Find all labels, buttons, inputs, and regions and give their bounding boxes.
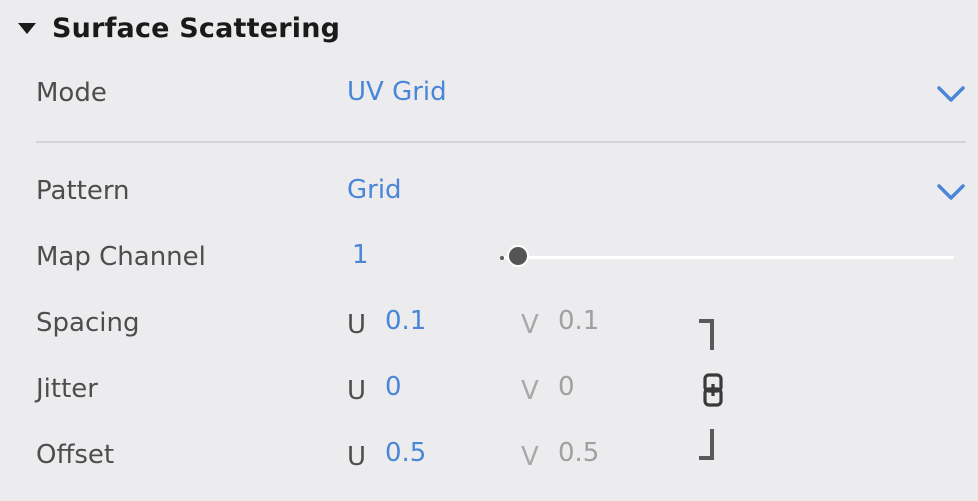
mode-dropdown-value[interactable]: UV Grid <box>347 77 447 107</box>
map-channel-value[interactable]: 1 <box>352 240 369 270</box>
link-bracket-top <box>699 319 714 350</box>
link-bracket-bottom <box>699 429 714 460</box>
map-channel-slider-knob[interactable] <box>507 245 529 267</box>
spacing-label: Spacing <box>36 308 140 338</box>
offset-u-label: U <box>347 442 367 472</box>
spacing-u-value[interactable]: 0.1 <box>385 306 426 336</box>
section-header[interactable]: Surface Scattering <box>18 8 340 48</box>
spacing-u-label: U <box>347 310 367 340</box>
jitter-v-value[interactable]: 0 <box>558 372 575 402</box>
pattern-chevron-down-icon[interactable] <box>936 182 966 202</box>
slider-min-marker <box>500 256 504 260</box>
jitter-u-value[interactable]: 0 <box>385 372 402 402</box>
pattern-dropdown-value[interactable]: Grid <box>347 175 402 205</box>
jitter-v-label: V <box>521 376 539 406</box>
chain-link-icon[interactable] <box>702 373 724 407</box>
surface-scattering-panel: Surface Scattering Mode UV Grid Pattern … <box>0 0 978 501</box>
spacing-v-value[interactable]: 0.1 <box>558 306 599 336</box>
spacing-v-label: V <box>521 310 539 340</box>
divider <box>36 141 966 143</box>
jitter-u-label: U <box>347 376 367 406</box>
offset-label: Offset <box>36 440 115 470</box>
triangle-down-icon[interactable] <box>18 22 36 34</box>
offset-v-label: V <box>521 442 539 472</box>
map-channel-slider-track[interactable] <box>503 256 954 259</box>
offset-u-value[interactable]: 0.5 <box>385 438 426 468</box>
mode-chevron-down-icon[interactable] <box>936 84 966 104</box>
offset-v-value[interactable]: 0.5 <box>558 438 599 468</box>
map-channel-label: Map Channel <box>36 242 206 272</box>
jitter-label: Jitter <box>36 374 98 404</box>
pattern-label: Pattern <box>36 176 130 206</box>
mode-label: Mode <box>36 78 107 108</box>
section-title: Surface Scattering <box>52 12 341 44</box>
